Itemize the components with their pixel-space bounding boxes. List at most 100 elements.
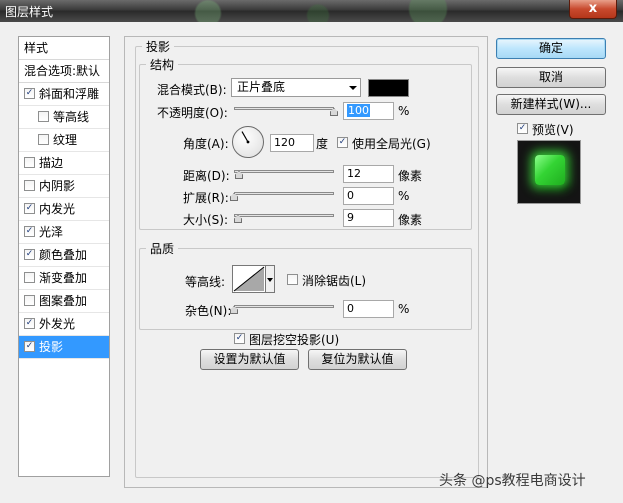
knockout-checkbox[interactable]: ✓: [234, 333, 245, 344]
noise-unit: %: [398, 302, 410, 316]
style-preview-thumbnail: [517, 140, 581, 204]
distance-input[interactable]: 12: [343, 165, 394, 183]
spread-label: 扩展(R):: [183, 191, 229, 205]
style-item-checkbox[interactable]: [38, 134, 49, 145]
style-item-checkbox[interactable]: [24, 180, 35, 191]
shadow-color-swatch[interactable]: [368, 79, 409, 97]
blend-mode-value: 正片叠底: [237, 80, 286, 94]
size-unit: 像素: [398, 213, 423, 227]
global-light-checkbox[interactable]: ✓: [337, 137, 348, 148]
drop-shadow-title: 投影: [142, 38, 175, 55]
style-item-checkbox[interactable]: [38, 111, 49, 122]
spread-slider-track: [234, 192, 334, 195]
styles-list-header[interactable]: 样式: [19, 37, 109, 60]
style-item[interactable]: 图案叠加: [19, 290, 109, 313]
chevron-down-icon: [267, 278, 273, 282]
style-item-checkbox[interactable]: ✓: [24, 318, 35, 329]
styles-list: 样式 混合选项:默认 ✓ 斜面和浮雕等高线纹理描边内阴影 ✓ 内发光 ✓ 光泽 ✓ 颜色叠加渐…: [18, 36, 110, 477]
quality-title: 品质: [146, 240, 179, 257]
anti-alias-checkbox[interactable]: [287, 274, 298, 285]
preview-checkbox[interactable]: ✓: [517, 123, 528, 134]
noise-label: 杂色(N):: [185, 304, 232, 318]
style-item[interactable]: ✓ 内发光: [19, 198, 109, 221]
noise-input[interactable]: 0: [343, 300, 394, 318]
style-item-label: 光泽: [39, 225, 64, 239]
contour-dropdown-button[interactable]: [266, 265, 275, 293]
style-item[interactable]: 描边: [19, 152, 109, 175]
style-item[interactable]: ✓ 颜色叠加: [19, 244, 109, 267]
angle-input[interactable]: 120: [270, 134, 314, 152]
reset-default-button[interactable]: 复位为默认值: [308, 349, 407, 370]
opacity-label: 不透明度(O):: [157, 106, 228, 120]
close-button[interactable]: x: [569, 0, 617, 19]
close-icon: x: [588, 1, 598, 16]
style-item-checkbox[interactable]: ✓: [24, 341, 35, 352]
style-item-label: 纹理: [53, 133, 78, 147]
anti-alias-label[interactable]: 消除锯齿(L): [302, 272, 366, 289]
style-item[interactable]: ✓ 斜面和浮雕: [19, 83, 109, 106]
global-light-label[interactable]: 使用全局光(G): [352, 135, 431, 152]
angle-label: 角度(A):: [183, 137, 229, 151]
style-item-label: 渐变叠加: [39, 271, 88, 285]
style-item-checkbox[interactable]: ✓: [24, 249, 35, 260]
style-item[interactable]: ✓ 光泽: [19, 221, 109, 244]
size-input[interactable]: 9: [343, 209, 394, 227]
make-default-button[interactable]: 设置为默认值: [200, 349, 299, 370]
blending-options-item[interactable]: 混合选项:默认: [19, 60, 109, 83]
style-item-label: 外发光: [39, 317, 76, 331]
size-label: 大小(S):: [183, 213, 229, 227]
noise-slider[interactable]: [230, 302, 334, 314]
style-item-checkbox[interactable]: ✓: [24, 203, 35, 214]
cancel-button[interactable]: 取消: [496, 67, 606, 88]
style-item-checkbox[interactable]: ✓: [24, 226, 35, 237]
style-item[interactable]: ✓ 外发光: [19, 313, 109, 336]
style-item-checkbox[interactable]: [24, 295, 35, 306]
noise-value: 0: [347, 302, 354, 315]
style-item[interactable]: 等高线: [19, 106, 109, 129]
blend-mode-select[interactable]: 正片叠底: [231, 78, 361, 97]
spread-slider[interactable]: [230, 189, 334, 201]
distance-value: 12: [347, 167, 361, 180]
style-item[interactable]: 内阴影: [19, 175, 109, 198]
style-item-checkbox[interactable]: [24, 272, 35, 283]
size-slider-track: [234, 214, 334, 217]
title-bar[interactable]: 图层样式 x: [0, 0, 623, 22]
style-item-label: 描边: [39, 156, 64, 170]
spread-value: 0: [347, 189, 354, 202]
spread-unit: %: [398, 189, 410, 203]
ok-button[interactable]: 确定: [496, 38, 606, 59]
blend-mode-label: 混合模式(B):: [157, 83, 227, 97]
style-item[interactable]: ✓ 投影: [19, 336, 109, 359]
opacity-slider[interactable]: [234, 104, 338, 116]
style-item-label: 等高线: [53, 110, 90, 124]
new-style-button[interactable]: 新建样式(W)...: [496, 94, 606, 115]
distance-slider[interactable]: [234, 167, 334, 179]
opacity-input[interactable]: 100: [343, 102, 394, 120]
preview-label[interactable]: 预览(V): [532, 121, 574, 138]
style-item-label: 图案叠加: [39, 294, 88, 308]
chevron-down-icon: [349, 86, 357, 90]
size-slider[interactable]: [234, 211, 334, 223]
preview-green-square: [535, 155, 565, 185]
distance-unit: 像素: [398, 169, 423, 183]
style-item-label: 内发光: [39, 202, 76, 216]
style-item[interactable]: 渐变叠加: [19, 267, 109, 290]
angle-dial[interactable]: [232, 126, 264, 158]
noise-slider-track: [234, 305, 334, 308]
angle-dial-needle: [241, 131, 250, 144]
structure-title: 结构: [146, 56, 179, 73]
opacity-value: 100: [347, 104, 370, 117]
style-item-label: 内阴影: [39, 179, 76, 193]
knockout-label[interactable]: 图层挖空投影(U): [249, 331, 339, 348]
angle-value: 120: [274, 136, 295, 149]
drop-shadow-panel: 投影 结构 混合模式(B): 正片叠底 不透明度(O): 100 % 角度(A)…: [124, 36, 488, 488]
distance-slider-track: [234, 170, 334, 173]
style-item-checkbox[interactable]: ✓: [24, 88, 35, 99]
style-item-label: 颜色叠加: [39, 248, 88, 262]
angle-unit: 度: [316, 137, 329, 151]
contour-picker[interactable]: [232, 265, 266, 293]
style-item[interactable]: 纹理: [19, 129, 109, 152]
layer-style-dialog: 图层样式 x 样式 混合选项:默认 ✓ 斜面和浮雕等高线纹理描边内阴影 ✓ 内发光 ✓ 光…: [0, 0, 623, 503]
spread-input[interactable]: 0: [343, 187, 394, 205]
style-item-checkbox[interactable]: [24, 157, 35, 168]
